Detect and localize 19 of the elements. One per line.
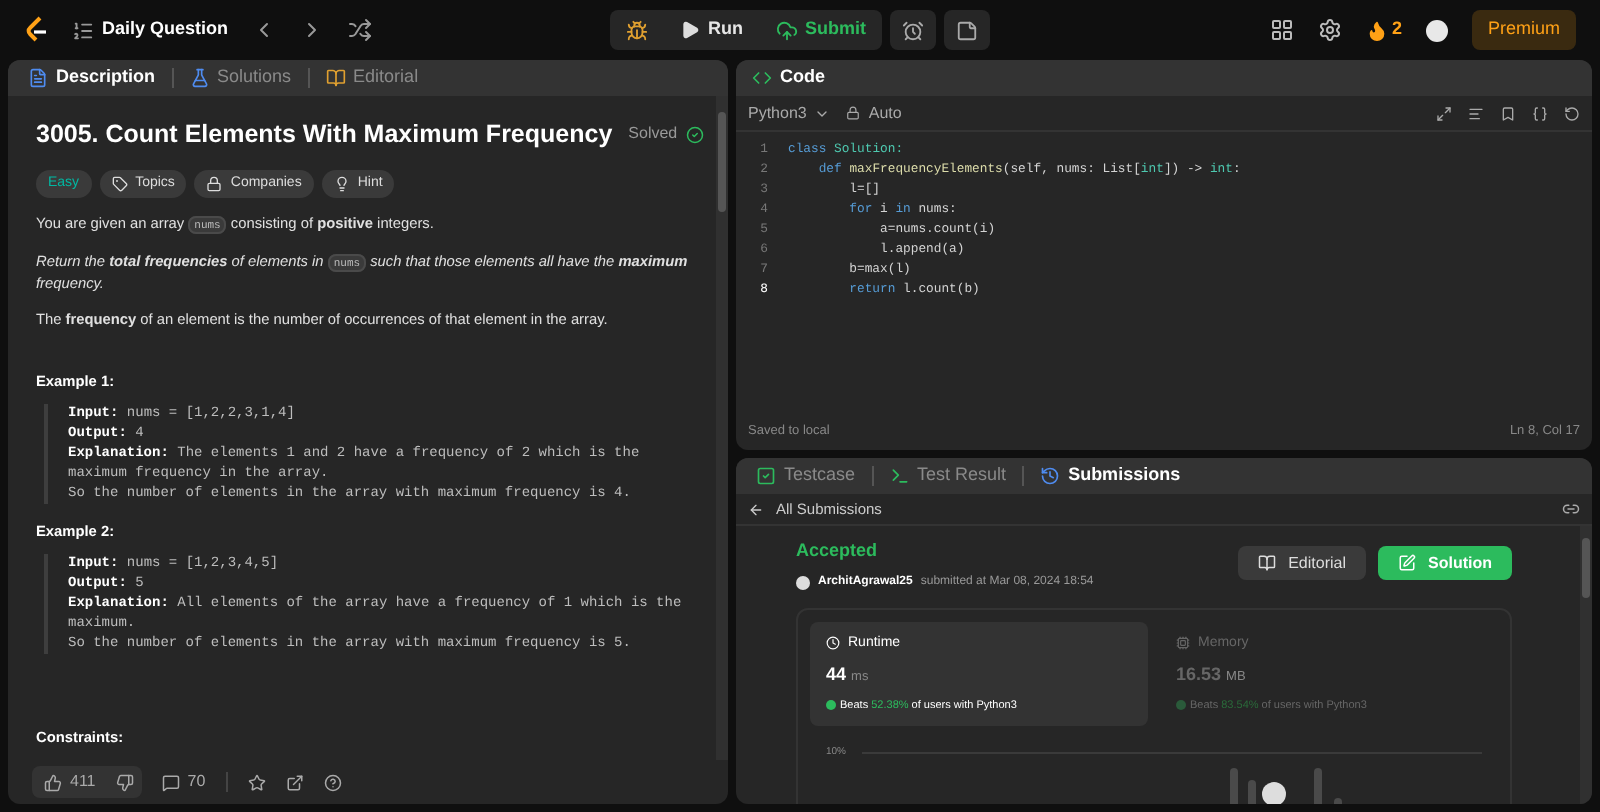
- code-tab[interactable]: Code: [752, 64, 825, 92]
- editorial-button[interactable]: Editorial: [1238, 546, 1366, 580]
- panel-tab[interactable]: Test Result: [881, 462, 1015, 490]
- streak-counter[interactable]: 2: [1365, 16, 1402, 44]
- premium-button[interactable]: Premium: [1471, 10, 1576, 50]
- panel-tab[interactable]: Solutions: [181, 64, 300, 92]
- language-select[interactable]: Python3: [748, 101, 831, 125]
- solved-status: Solved: [628, 122, 704, 147]
- daily-question-link[interactable]: Daily Question: [72, 16, 229, 44]
- problem-title: 3005. Count Elements With Maximum Frequency: [36, 118, 613, 152]
- run-button[interactable]: Run: [664, 10, 759, 50]
- submit-button[interactable]: Submit: [759, 10, 882, 50]
- panel-tab[interactable]: Testcase: [748, 462, 864, 490]
- comments-button[interactable]: 70: [161, 770, 206, 794]
- panel-tab[interactable]: Submissions: [1032, 462, 1189, 490]
- panel-tab[interactable]: Description: [20, 64, 164, 92]
- auto-mode: Auto: [846, 101, 902, 125]
- accepted-status: Accepted: [796, 538, 880, 564]
- panel-tab[interactable]: Editorial: [317, 64, 427, 92]
